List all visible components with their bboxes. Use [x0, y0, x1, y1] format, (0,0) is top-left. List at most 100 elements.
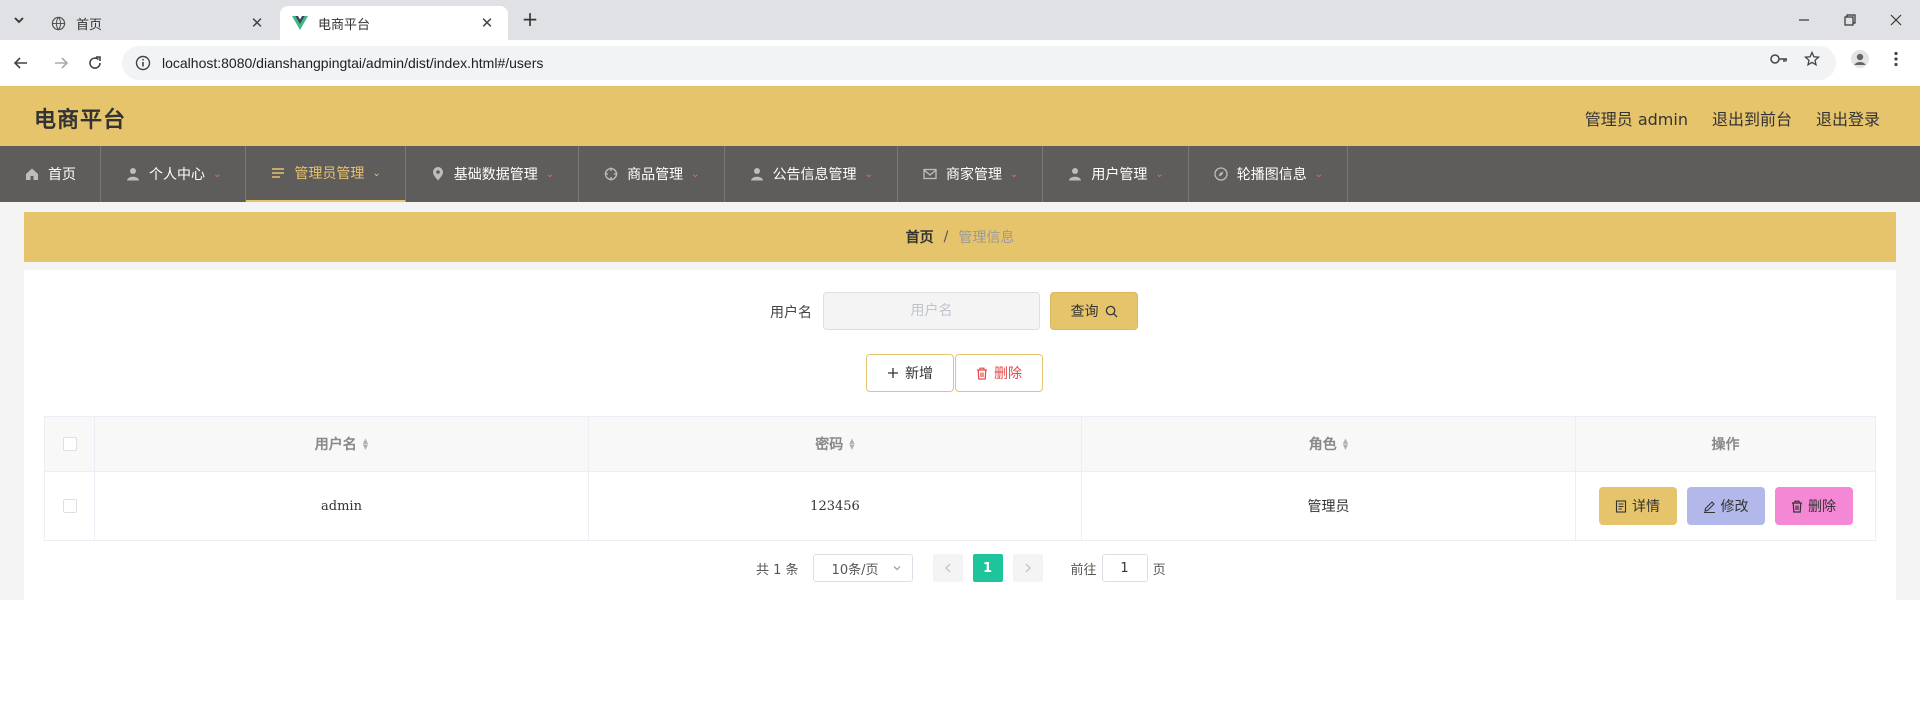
- page-suffix: 页: [1152, 562, 1166, 578]
- column-label: 密码: [815, 437, 844, 453]
- nav-label: 商品管理: [627, 167, 684, 183]
- pagination-total: 共 1 条: [756, 562, 799, 578]
- site-info-icon[interactable]: [134, 54, 152, 72]
- nav-label: 基础数据管理: [453, 167, 538, 183]
- edit-label: 修改: [1720, 499, 1749, 515]
- tab-search-dropdown[interactable]: [6, 7, 32, 33]
- sort-caret-icon[interactable]: ▲ ▼: [1343, 438, 1348, 451]
- close-window-icon[interactable]: [1882, 6, 1910, 34]
- nav-item-basic-data[interactable]: 基础数据管理 ⌄: [406, 146, 580, 202]
- menu-lines-icon: [270, 165, 286, 181]
- nav-label: 管理员管理: [294, 166, 365, 182]
- column-label: 用户名: [314, 437, 357, 453]
- select-all-checkbox[interactable]: [62, 437, 77, 451]
- chevron-right-icon: [1025, 563, 1031, 573]
- nav-label: 轮播图信息: [1236, 167, 1307, 183]
- nav-label: 公告信息管理: [772, 167, 857, 183]
- chevron-down-icon: ⌄: [545, 168, 555, 180]
- sort-caret-icon[interactable]: ▲ ▼: [363, 438, 368, 451]
- trash-icon: [977, 367, 987, 380]
- restore-icon[interactable]: [1836, 6, 1864, 34]
- breadcrumb-home[interactable]: 首页: [906, 227, 934, 247]
- detail-button[interactable]: 详情: [1598, 487, 1677, 525]
- username-search-input[interactable]: [823, 292, 1040, 330]
- profile-avatar-icon[interactable]: [1849, 48, 1871, 70]
- chevron-down-icon: ⌄: [1009, 168, 1019, 180]
- column-header-actions: 操作: [1576, 417, 1875, 471]
- column-header-username[interactable]: 用户名 ▲ ▼: [95, 417, 589, 471]
- goto-page-input[interactable]: [1101, 554, 1148, 582]
- chevron-down-icon: ⌄: [1155, 168, 1164, 180]
- batch-delete-button[interactable]: 删除: [955, 354, 1043, 392]
- column-label: 操作: [1711, 437, 1740, 453]
- bookmark-star-icon[interactable]: [1801, 48, 1823, 70]
- chevron-down-icon: ⌄: [213, 168, 222, 180]
- nav-label: 用户管理: [1091, 167, 1148, 183]
- add-label: 新增: [905, 366, 933, 382]
- chevron-down-icon: ⌄: [1314, 168, 1324, 180]
- page-number-current[interactable]: 1: [972, 554, 1003, 582]
- column-label: 角色: [1308, 437, 1337, 453]
- search-label: 用户名: [770, 305, 812, 321]
- nav-item-carousel-info[interactable]: 轮播图信息 ⌄: [1189, 146, 1349, 202]
- back-to-front-link[interactable]: 退出到前台: [1712, 106, 1792, 130]
- browser-tabstrip: 首页 ✕ 电商平台 ✕ +: [0, 0, 1920, 40]
- mail-icon: [922, 166, 938, 182]
- sort-caret-icon[interactable]: ▲ ▼: [849, 438, 854, 451]
- detail-label: 详情: [1632, 499, 1660, 515]
- address-bar[interactable]: localhost:8080/dianshangpingtai/admin/di…: [122, 46, 1836, 80]
- logout-link[interactable]: 退出登录: [1816, 106, 1880, 130]
- page-size-select[interactable]: 10条/页: [812, 554, 913, 582]
- chevron-left-icon: [944, 563, 951, 573]
- goto-label: 前往: [1070, 562, 1097, 578]
- nav-item-product-management[interactable]: 商品管理 ⌄: [579, 146, 725, 202]
- current-user-label: 管理员 admin: [1584, 110, 1688, 129]
- query-label: 查询: [1070, 304, 1099, 320]
- nav-label: 商家管理: [945, 167, 1002, 183]
- nav-item-user-management[interactable]: 用户管理 ⌄: [1043, 146, 1189, 202]
- row-checkbox[interactable]: [62, 499, 77, 513]
- cell-actions: 详情 修改 删除: [1576, 472, 1875, 540]
- breadcrumb-current: 管理信息: [958, 230, 1015, 246]
- next-page-button[interactable]: [1012, 554, 1043, 582]
- header-actions: 管理员 admin 退出到前台 退出登录: [1585, 106, 1880, 130]
- add-button[interactable]: 新增: [866, 354, 954, 392]
- prev-page-button[interactable]: [932, 554, 963, 582]
- header-checkbox-cell: [45, 417, 95, 471]
- password-key-icon[interactable]: [1768, 48, 1790, 70]
- row-delete-button[interactable]: 删除: [1774, 487, 1853, 525]
- nav-item-admin-management[interactable]: 管理员管理 ⌄: [246, 146, 406, 202]
- column-header-password[interactable]: 密码 ▲ ▼: [589, 417, 1082, 471]
- close-tab-icon[interactable]: ✕: [478, 14, 496, 32]
- globe-icon: [50, 15, 66, 31]
- person-icon: [749, 166, 765, 182]
- back-arrow-icon[interactable]: [8, 50, 34, 76]
- column-header-role[interactable]: 角色 ▲ ▼: [1082, 417, 1576, 471]
- forward-arrow-icon[interactable]: [48, 50, 74, 76]
- table-row: admin 123456 管理员 详情 修改 删除: [45, 472, 1875, 540]
- browser-tab-home[interactable]: 首页 ✕: [38, 6, 278, 40]
- cell-role: 管理员: [1082, 472, 1576, 540]
- query-button[interactable]: 查询: [1050, 292, 1138, 330]
- minimize-icon[interactable]: [1790, 6, 1818, 34]
- edit-button[interactable]: 修改: [1686, 487, 1765, 525]
- nav-item-merchant-management[interactable]: 商家管理 ⌄: [898, 146, 1044, 202]
- browser-tab-active[interactable]: 电商平台 ✕: [280, 6, 508, 40]
- chevron-down-icon: [893, 566, 900, 571]
- close-tab-icon[interactable]: ✕: [248, 14, 266, 32]
- vue-logo-icon: [292, 15, 308, 31]
- reload-icon[interactable]: [82, 50, 108, 76]
- page-size-value: 10条/页: [831, 562, 879, 578]
- nav-item-personal-center[interactable]: 个人中心 ⌄: [101, 146, 247, 202]
- new-tab-button[interactable]: +: [518, 8, 542, 32]
- nav-item-announcement-management[interactable]: 公告信息管理 ⌄: [725, 146, 898, 202]
- more-menu-icon[interactable]: [1885, 48, 1907, 70]
- nav-item-home[interactable]: 首页: [0, 146, 101, 202]
- cell-username: admin: [95, 472, 589, 540]
- table-header-row: 用户名 ▲ ▼ 密码 ▲ ▼ 角色 ▲ ▼ 操作: [45, 417, 1875, 472]
- tab-title: 首页: [76, 17, 103, 33]
- top-navigation: 首页 个人中心 ⌄ 管理员管理 ⌄ 基础数据管理 ⌄ 商品管理 ⌄ 公告信息管理…: [0, 146, 1920, 202]
- breadcrumb: 首页 / 管理信息: [24, 212, 1896, 262]
- location-pin-icon: [430, 166, 446, 182]
- person-icon: [1067, 166, 1083, 182]
